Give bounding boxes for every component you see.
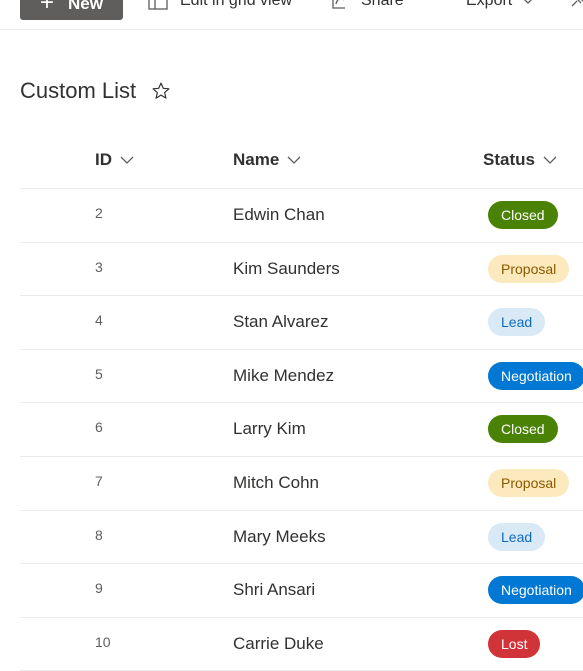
cell-name[interactable]: Edwin Chan <box>233 205 325 225</box>
status-badge: Lead <box>488 522 546 551</box>
cell-name[interactable]: Mike Mendez <box>233 366 334 386</box>
status-badge: Closed <box>488 201 558 229</box>
cell-id: 7 <box>95 473 103 489</box>
export-label: Export <box>466 0 513 9</box>
chevron-down-icon <box>287 156 301 164</box>
table-row[interactable]: 3 Kim Saunders Proposal <box>20 243 583 297</box>
table-row[interactable]: 9 Shri Ansari Negotiation <box>20 564 583 618</box>
cell-id: 4 <box>95 312 103 329</box>
cell-id: 6 <box>95 419 103 436</box>
cell-id: 3 <box>95 258 103 275</box>
chevron-down-icon <box>120 156 134 164</box>
share-label: Share <box>361 0 404 9</box>
favorite-star-icon[interactable] <box>151 81 171 101</box>
cell-name[interactable]: Stan Alvarez <box>233 312 328 332</box>
cell-id: 10 <box>95 633 111 650</box>
cell-name[interactable]: Mitch Cohn <box>233 473 319 493</box>
table-row[interactable]: 6 Larry Kim Closed <box>20 403 583 457</box>
pin-icon <box>571 0 583 7</box>
edit-grid-view-button[interactable]: Edit in grid view <box>148 0 292 12</box>
new-button[interactable]: + New <box>20 0 123 20</box>
cell-name[interactable]: Shri Ansari <box>233 580 315 600</box>
share-button[interactable]: Share <box>331 0 404 12</box>
table-row[interactable]: 8 Mary Meeks Lead <box>20 511 583 565</box>
column-header-name-label: Name <box>233 150 280 169</box>
status-badge: Proposal <box>488 254 570 283</box>
status-badge: Lead <box>488 308 546 337</box>
new-button-label: New <box>68 0 103 13</box>
more-actions-button[interactable] <box>568 0 583 12</box>
cell-name[interactable]: Kim Saunders <box>233 259 340 279</box>
table-row[interactable]: 4 Stan Alvarez Lead <box>20 296 583 350</box>
column-header-id[interactable]: ID <box>95 150 134 170</box>
table-row[interactable]: 2 Edwin Chan Closed <box>20 189 583 243</box>
status-badge: Proposal <box>488 469 570 497</box>
cell-id: 8 <box>95 526 103 543</box>
status-badge: Negotiation <box>488 576 583 605</box>
status-badge: Lost <box>488 629 541 658</box>
cell-name[interactable]: Mary Meeks <box>233 527 326 547</box>
chevron-down-icon <box>543 156 557 164</box>
table-row[interactable]: 10 Carrie Duke Lost <box>20 618 583 671</box>
command-bar: + New Edit in grid view Share Export <box>0 0 583 30</box>
plus-icon: + <box>40 0 55 16</box>
cell-name[interactable]: Larry Kim <box>233 419 306 439</box>
cell-id: 9 <box>95 580 103 597</box>
page-title: Custom List <box>20 78 137 103</box>
column-header-id-label: ID <box>95 150 112 169</box>
column-header-status[interactable]: Status <box>483 150 557 170</box>
cell-id: 2 <box>95 205 103 221</box>
grid-icon <box>148 0 168 10</box>
column-header-status-label: Status <box>483 150 535 169</box>
column-header-name[interactable]: Name <box>233 150 301 170</box>
status-badge: Negotiation <box>488 361 583 390</box>
cell-id: 5 <box>95 365 103 382</box>
export-button[interactable]: Export <box>466 0 534 12</box>
edit-grid-view-label: Edit in grid view <box>180 0 293 9</box>
status-badge: Closed <box>488 415 558 444</box>
chevron-down-icon <box>524 0 533 4</box>
share-icon <box>332 0 345 9</box>
table-row[interactable]: 7 Mitch Cohn Proposal <box>20 457 583 511</box>
cell-name[interactable]: Carrie Duke <box>233 634 324 654</box>
table-row[interactable]: 5 Mike Mendez Negotiation <box>20 350 583 404</box>
